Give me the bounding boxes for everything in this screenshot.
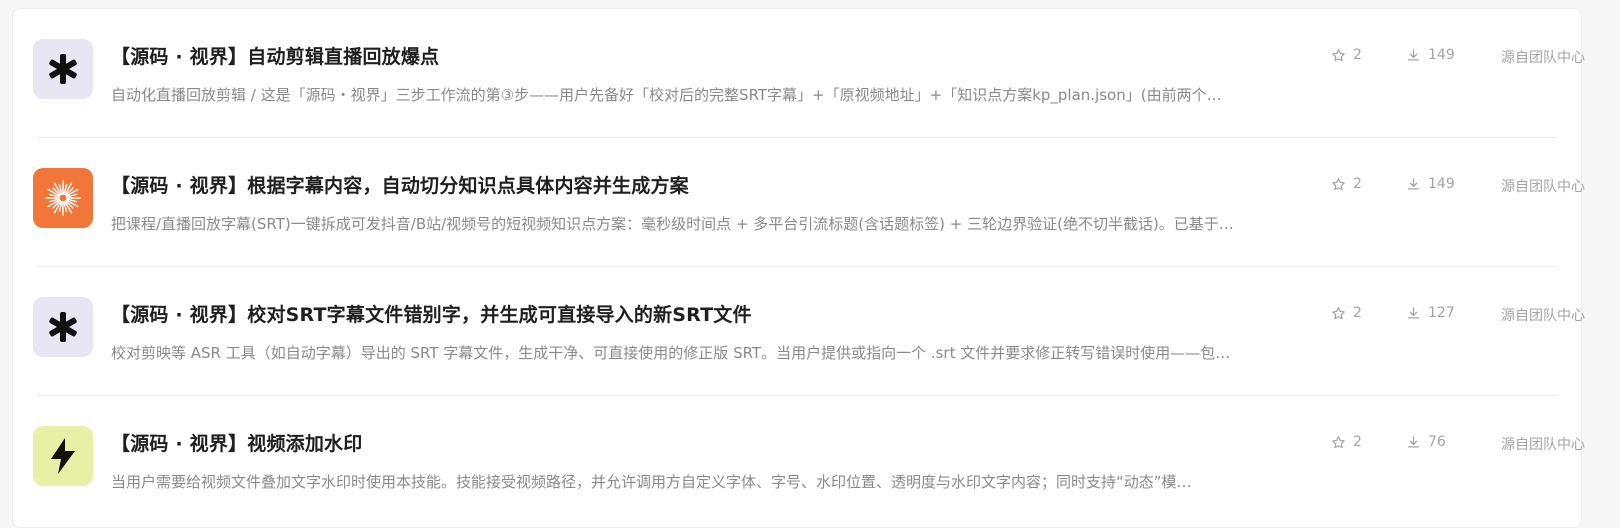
skill-list-panel: 【源码 · 视界】自动剪辑直播回放爆点自动化直播回放剪辑 / 这是「源码・视界」… — [12, 8, 1585, 528]
skill-title[interactable]: 【源码 · 视界】视频添加水印 — [111, 429, 362, 456]
skill-row[interactable]: 【源码 · 视界】根据字幕内容，自动切分知识点具体内容并生成方案把课程/直播回放… — [13, 138, 1585, 267]
source-label: 源自团队中心 — [1501, 50, 1585, 66]
star-icon — [1331, 177, 1353, 192]
skill-description: 自动化直播回放剪辑 / 这是「源码・视界」三步工作流的第③步——用户先备好「校对… — [111, 86, 1222, 104]
star-count[interactable]: 2 — [1331, 176, 1362, 192]
star-count[interactable]: 2 — [1331, 305, 1362, 321]
download-count: 76 — [1406, 434, 1446, 450]
download-count: 149 — [1406, 176, 1455, 192]
download-icon — [1406, 306, 1428, 321]
star-count-value: 2 — [1353, 305, 1362, 321]
star-icon — [1331, 306, 1353, 321]
skill-list: 【源码 · 视界】自动剪辑直播回放爆点自动化直播回放剪辑 / 这是「源码・视界」… — [13, 9, 1585, 525]
download-icon — [1406, 435, 1428, 450]
source-label: 源自团队中心 — [1501, 437, 1585, 453]
star-count[interactable]: 2 — [1331, 434, 1362, 450]
asterisk-icon — [33, 39, 93, 99]
star-count-value: 2 — [1353, 176, 1362, 192]
download-count: 127 — [1406, 305, 1455, 321]
skill-title[interactable]: 【源码 · 视界】自动剪辑直播回放爆点 — [111, 42, 439, 69]
download-count-value: 127 — [1428, 305, 1455, 321]
skill-description: 把课程/直播回放字幕(SRT)一键拆成可发抖音/B站/视频号的短视频知识点方案：… — [111, 215, 1234, 233]
download-count: 149 — [1406, 47, 1455, 63]
download-count-value: 76 — [1428, 434, 1446, 450]
star-icon — [1331, 48, 1353, 63]
skill-row[interactable]: 【源码 · 视界】视频添加水印当用户需要给视频文件叠加文字水印时使用本技能。技能… — [13, 396, 1585, 525]
starburst-icon — [33, 168, 93, 228]
skill-title[interactable]: 【源码 · 视界】校对SRT字幕文件错别字，并生成可直接导入的新SRT文件 — [111, 300, 752, 327]
download-icon — [1406, 177, 1428, 192]
download-count-value: 149 — [1428, 176, 1455, 192]
star-count-value: 2 — [1353, 434, 1362, 450]
skill-description: 当用户需要给视频文件叠加文字水印时使用本技能。技能接受视频路径，并允许调用方自定… — [111, 473, 1192, 491]
skill-row[interactable]: 【源码 · 视界】校对SRT字幕文件错别字，并生成可直接导入的新SRT文件校对剪… — [13, 267, 1585, 396]
asterisk-icon — [33, 297, 93, 357]
skill-row[interactable]: 【源码 · 视界】自动剪辑直播回放爆点自动化直播回放剪辑 / 这是「源码・视界」… — [13, 9, 1585, 138]
download-icon — [1406, 48, 1428, 63]
star-count[interactable]: 2 — [1331, 47, 1362, 63]
download-count-value: 149 — [1428, 47, 1455, 63]
lightning-icon — [33, 426, 93, 486]
source-label: 源自团队中心 — [1501, 179, 1585, 195]
source-label: 源自团队中心 — [1501, 308, 1585, 324]
star-count-value: 2 — [1353, 47, 1362, 63]
skill-description: 校对剪映等 ASR 工具（如自动字幕）导出的 SRT 字幕文件，生成干净、可直接… — [111, 344, 1231, 362]
skill-title[interactable]: 【源码 · 视界】根据字幕内容，自动切分知识点具体内容并生成方案 — [111, 171, 689, 198]
star-icon — [1331, 435, 1353, 450]
